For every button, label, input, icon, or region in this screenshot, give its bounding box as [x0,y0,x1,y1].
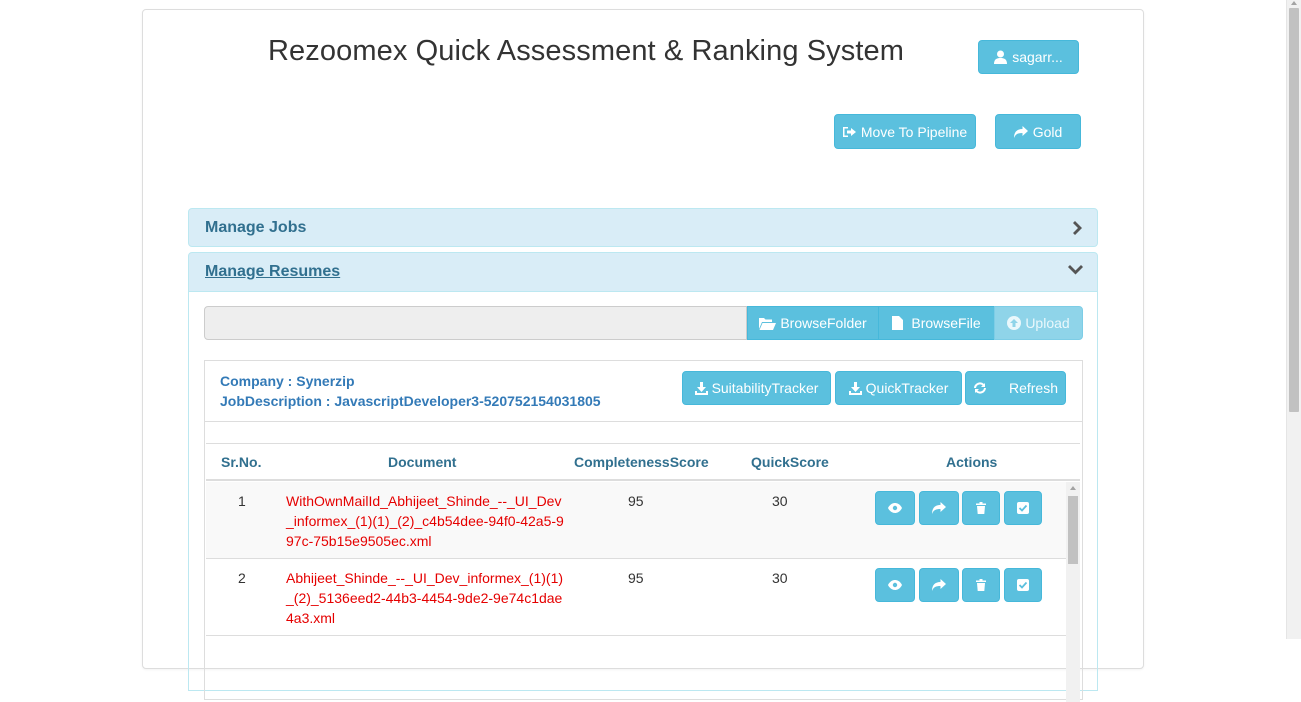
table-scrollbar[interactable] [1066,482,1080,702]
manage-jobs-title: Manage Jobs [205,218,307,236]
check-square-icon [1017,579,1029,591]
row-completeness-score: 95 [628,570,644,586]
file-path-input[interactable] [204,306,747,340]
delete-button[interactable] [962,491,1000,525]
job-description-text: JobDescription : JavascriptDeveloper3-52… [220,393,601,409]
chevron-right-icon [1073,221,1082,235]
job-resumes-panel: Company : Synerzip JobDescription : Java… [204,360,1083,702]
resume-table-header: Sr.No. Document CompletenessScore QuickS… [206,443,1080,481]
view-button[interactable] [875,568,915,602]
quick-tracker-button[interactable]: QuickTracker [835,371,962,405]
column-header-document: Document [388,454,457,470]
move-to-pipeline-label: Move To Pipeline [860,123,968,140]
row-srno: 1 [238,493,246,509]
browse-file-button[interactable]: BrowseFile [878,306,995,340]
trash-icon [976,579,986,591]
check-square-icon [1017,502,1029,514]
folder-open-icon [759,317,777,330]
browse-folder-button[interactable]: BrowseFolder [747,306,879,340]
select-button[interactable] [1004,491,1042,525]
browse-folder-label: BrowseFolder [780,315,867,331]
page-scrollbar-thumb[interactable] [1289,8,1299,412]
suitability-tracker-button[interactable]: SuitabilityTracker [682,371,831,405]
upload-label: Upload [1025,315,1070,331]
gold-label: Gold [1032,123,1063,140]
table-scroll-up-arrow[interactable] [1070,486,1076,490]
manage-resumes-panel-body: BrowseFolder BrowseFile Upload Company :… [188,291,1098,702]
table-scrollbar-thumb[interactable] [1068,496,1078,564]
page-scrollbar[interactable] [1286,0,1301,639]
upload-button[interactable]: Upload [994,306,1083,340]
row-srno: 2 [238,570,246,586]
eye-icon [888,580,902,590]
upload-circle-icon [1007,316,1022,330]
suitability-tracker-label: SuitabilityTracker [711,380,819,396]
main-container: Rezoomex Quick Assessment & Ranking Syst… [142,9,1144,702]
row-completeness-score: 95 [628,493,644,509]
select-button[interactable] [1004,568,1042,602]
table-row: 2 Abhijeet_Shinde_--_UI_Dev_informex_(1)… [206,559,1066,636]
resume-table-body: 1 WithOwnMailId_Abhijeet_Shinde_--_UI_De… [206,482,1080,702]
chevron-down-icon [1068,265,1083,275]
share-icon [932,502,946,514]
quick-tracker-label: QuickTracker [865,380,949,396]
view-button[interactable] [875,491,915,525]
manage-jobs-panel-heading[interactable]: Manage Jobs [188,208,1098,247]
row-quick-score: 30 [772,493,788,509]
user-menu-button[interactable]: sagarr... [978,40,1079,74]
gold-button[interactable]: Gold [995,114,1081,149]
column-header-srno: Sr.No. [221,454,262,470]
company-text: Company : Synerzip [220,373,355,389]
delete-button[interactable] [962,568,1000,602]
file-icon [892,316,904,330]
user-name-label: sagarr... [1012,49,1063,65]
column-header-actions: Actions [946,454,998,470]
row-quick-score: 30 [772,570,788,586]
manage-resumes-panel-heading[interactable]: Manage Resumes [188,252,1098,292]
share-icon [932,579,946,591]
column-header-completeness: CompletenessScore [574,454,709,470]
eye-icon [888,503,902,513]
column-header-quickscore: QuickScore [751,454,829,470]
refresh-icon [973,382,986,394]
browse-file-label: BrowseFile [911,315,981,331]
manage-resumes-title[interactable]: Manage Resumes [205,263,340,281]
sign-out-icon [842,126,856,137]
user-icon [994,50,1008,64]
page-title: Rezoomex Quick Assessment & Ranking Syst… [268,35,904,67]
row-document-link[interactable]: Abhijeet_Shinde_--_UI_Dev_informex_(1)(1… [286,568,564,628]
trash-icon [976,502,986,514]
refresh-label: Refresh [1008,380,1059,396]
move-to-pipeline-button[interactable]: Move To Pipeline [834,114,976,149]
share-icon [1013,125,1028,138]
refresh-button[interactable]: Refresh [965,371,1066,405]
row-document-link[interactable]: WithOwnMailId_Abhijeet_Shinde_--_UI_Dev_… [286,491,564,551]
forward-button[interactable] [919,491,959,525]
download-icon [848,381,862,395]
job-info-header: Company : Synerzip JobDescription : Java… [205,361,1082,422]
scroll-up-arrow[interactable] [1291,1,1297,5]
table-row: 1 WithOwnMailId_Abhijeet_Shinde_--_UI_De… [206,482,1066,559]
download-icon [694,381,708,395]
forward-button[interactable] [919,568,959,602]
